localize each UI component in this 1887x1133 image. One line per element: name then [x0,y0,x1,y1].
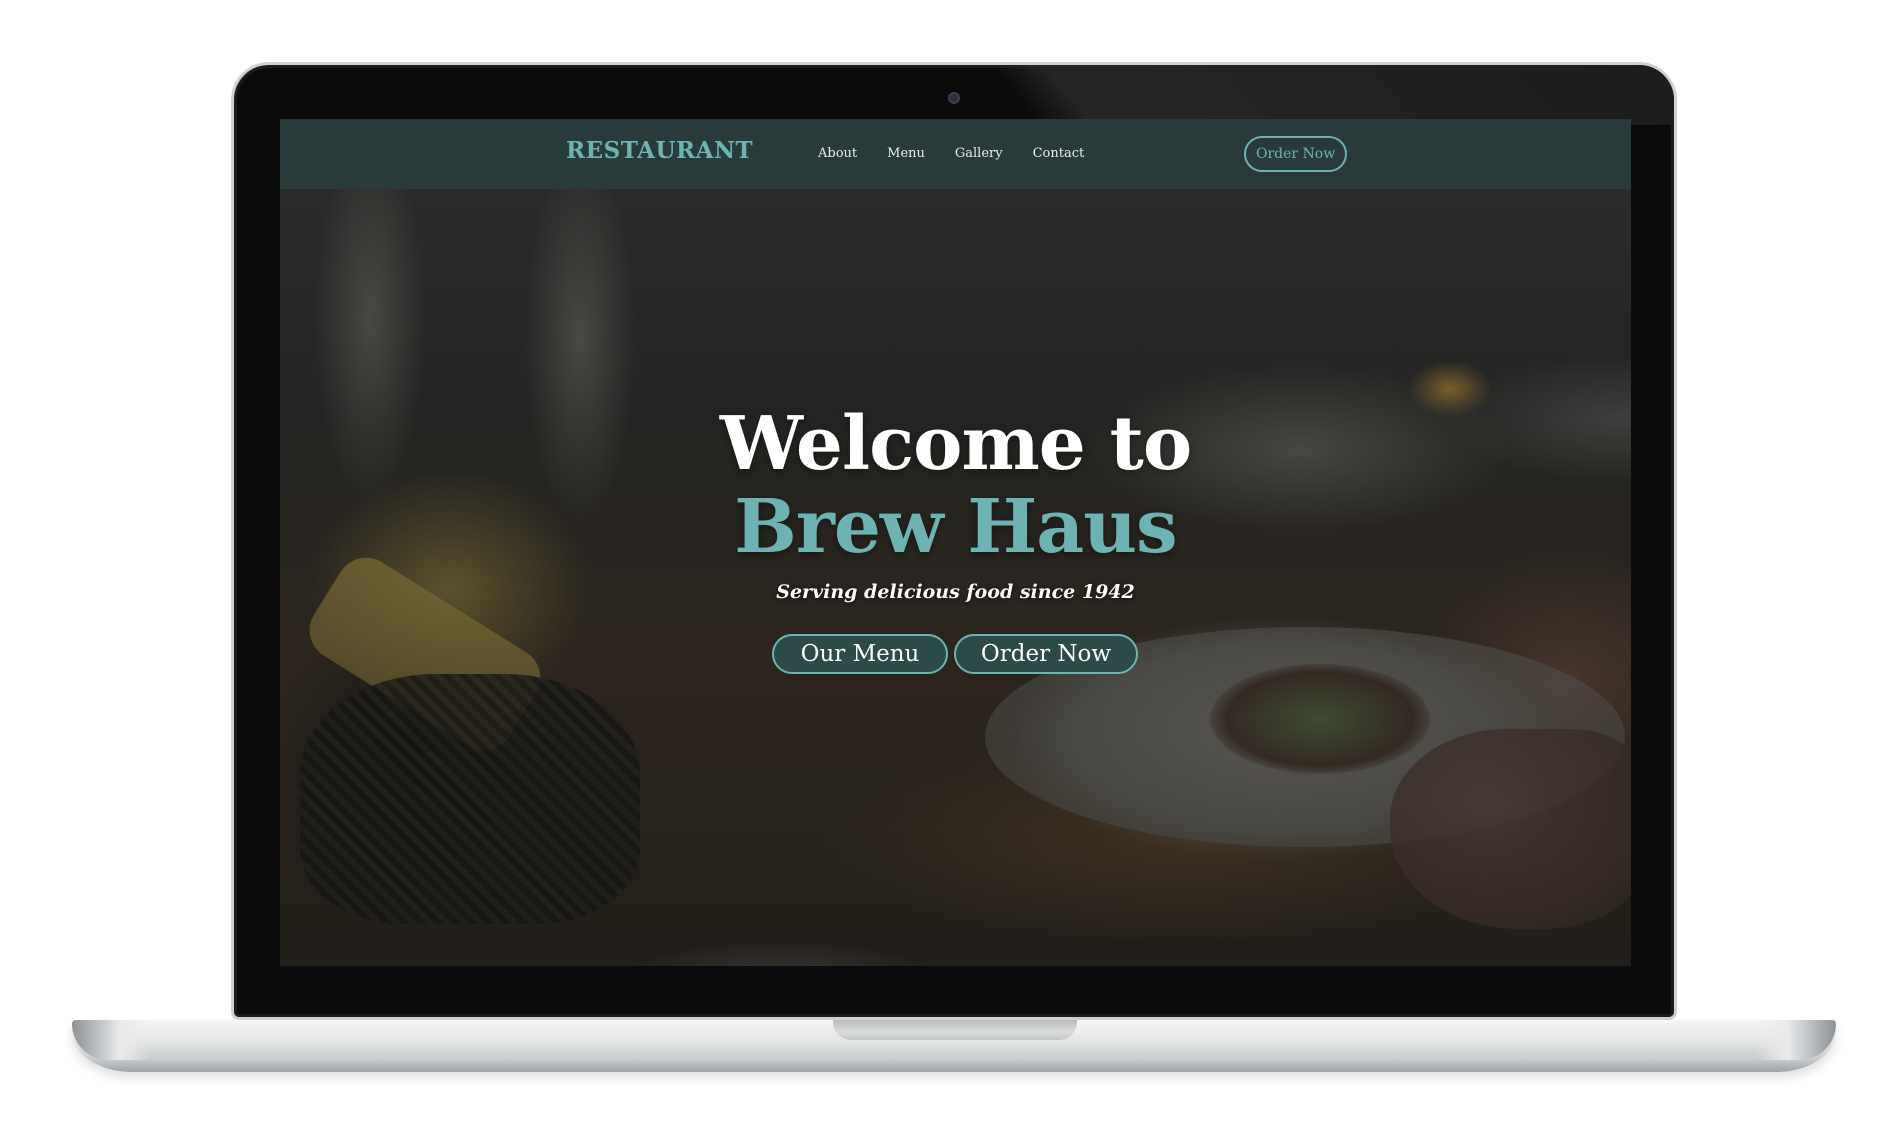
hero-order-now-button[interactable]: Order Now [954,634,1138,674]
laptop-mockup: RESTAURANT About Menu Gallery Contact Or… [0,0,1887,1133]
hero-title-welcome: Welcome to [719,401,1192,487]
hero-buttons: Our Menu Order Now [772,634,1138,674]
hero-section: Welcome to Brew Haus Serving delicious f… [280,119,1631,966]
base-left-shine [72,1020,152,1060]
laptop-screen: RESTAURANT About Menu Gallery Contact Or… [280,119,1631,966]
our-menu-button[interactable]: Our Menu [772,634,948,674]
webcam-icon [948,92,960,104]
hero-title-brand: Brew Haus [734,484,1177,570]
lid-glare [988,65,1674,125]
base-right-shine [1756,1020,1836,1060]
laptop-notch [833,1020,1077,1040]
hero-tagline: Serving delicious food since 1942 [776,581,1135,603]
